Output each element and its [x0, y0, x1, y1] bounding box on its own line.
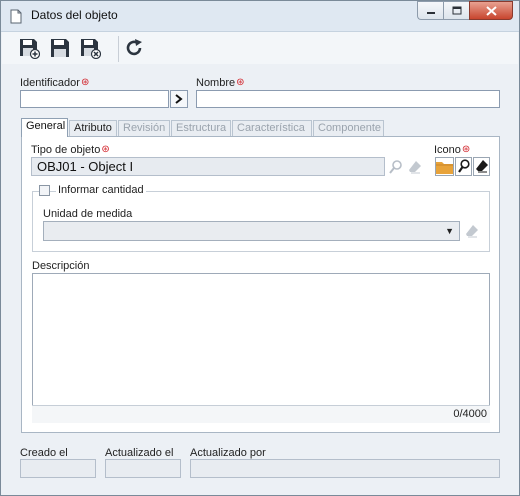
chevron-right-icon [175, 94, 183, 104]
identifier-label: Identificador⊛ [20, 77, 89, 89]
search-icon [457, 159, 470, 173]
identifier-next-button[interactable] [170, 90, 188, 108]
document-icon [10, 9, 22, 27]
tab-revision[interactable]: Revisión [118, 120, 170, 136]
save-plus-icon [20, 39, 41, 60]
inform-quantity-label: Informar cantidad [56, 184, 146, 196]
updated-by-field [190, 459, 500, 478]
name-field[interactable] [196, 90, 500, 108]
required-icon: ⊛ [236, 77, 245, 88]
unit-select[interactable]: ▼ [43, 221, 460, 241]
eraser-icon [409, 161, 421, 174]
inform-quantity-checkbox[interactable] [39, 185, 50, 196]
required-icon: ⊛ [101, 144, 110, 155]
maximize-icon [452, 6, 461, 15]
description-label: Descripción [32, 260, 90, 272]
refresh-button[interactable] [123, 37, 145, 59]
object-type-clear-button[interactable] [406, 158, 424, 176]
window-title: Datos del objeto [31, 8, 118, 22]
close-button[interactable] [469, 1, 513, 20]
object-type-label-text: Tipo de objeto [31, 144, 101, 156]
char-counter: 0/4000 [453, 408, 487, 420]
tab-componente[interactable]: Componente [313, 120, 384, 136]
tab-general[interactable]: General [21, 118, 68, 137]
eraser-icon [475, 160, 488, 173]
updated-field [105, 459, 181, 478]
save-icon [51, 39, 69, 57]
object-data-window: Datos del objeto Identificador⊛ Nombre⊛ … [0, 0, 520, 496]
updated-label: Actualizado el [105, 447, 174, 459]
refresh-icon [126, 39, 142, 56]
unit-label: Unidad de medida [43, 208, 133, 220]
object-type-search-button[interactable] [387, 158, 405, 176]
save-new-button[interactable] [18, 37, 41, 60]
name-label-text: Nombre [196, 77, 236, 89]
minimize-button[interactable] [417, 1, 443, 20]
toolbar-separator [118, 36, 119, 62]
required-icon: ⊛ [80, 77, 90, 88]
search-icon [389, 160, 402, 174]
description-textarea[interactable] [32, 273, 490, 423]
char-counter-bar: 0/4000 [32, 405, 490, 423]
minimize-icon [426, 11, 435, 14]
identifier-field[interactable] [20, 90, 169, 108]
icon-search-button[interactable] [455, 157, 472, 176]
eraser-icon [466, 225, 478, 238]
maximize-button[interactable] [443, 1, 469, 20]
save-close-button[interactable] [79, 37, 102, 60]
folder-icon [436, 161, 453, 174]
window-controls [417, 1, 513, 20]
object-type-label: Tipo de objeto⊛ [31, 144, 110, 156]
icon-clear-button[interactable] [473, 157, 490, 176]
tab-caracteristica[interactable]: Característica [232, 120, 312, 136]
tab-estructura[interactable]: Estructura [171, 120, 231, 136]
created-field [20, 459, 96, 478]
icon-folder-button[interactable] [435, 157, 454, 176]
updated-by-label: Actualizado por [190, 447, 266, 459]
object-type-field[interactable]: OBJ01 - Object I [31, 157, 385, 176]
dropdown-arrow-icon: ▼ [445, 226, 454, 236]
save-button[interactable] [49, 37, 71, 59]
tab-atributo[interactable]: Atributo [69, 120, 117, 136]
toolbar [2, 32, 518, 64]
icon-label: Icono⊛ [434, 144, 470, 156]
created-label: Creado el [20, 447, 68, 459]
unit-clear-button[interactable] [463, 222, 481, 240]
save-close-icon [81, 39, 102, 60]
identifier-label-text: Identificador [20, 77, 80, 89]
name-label: Nombre⊛ [196, 77, 245, 89]
icon-label-text: Icono [434, 144, 461, 156]
close-icon [485, 5, 497, 16]
title-bar[interactable]: Datos del objeto [1, 1, 519, 32]
required-icon: ⊛ [461, 144, 471, 155]
